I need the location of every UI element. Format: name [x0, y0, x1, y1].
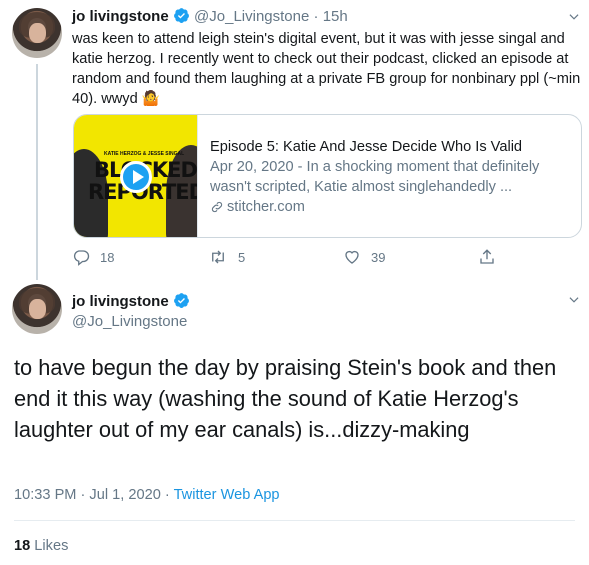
- like-icon: [345, 250, 359, 264]
- tweet-author: jo livingstone: [72, 292, 190, 311]
- retweet-count: 5: [238, 249, 246, 265]
- likes-label: Likes: [34, 538, 69, 554]
- tweet-text: to have begun the day by praising Stein'…: [14, 355, 557, 442]
- tweet-timestamp[interactable]: 10:33 PM · Jul 1, 2020: [14, 487, 161, 503]
- share-button[interactable]: [478, 248, 496, 266]
- tweet-text: was keen to attend leigh stein's digital…: [72, 29, 582, 109]
- link-icon: [211, 201, 223, 213]
- card-description: Apr 20, 2020 - In a shocking moment that…: [210, 159, 540, 195]
- card-title[interactable]: Episode 5: Katie And Jesse Decide Who Is…: [210, 137, 570, 157]
- meta-separator: ·: [313, 8, 319, 25]
- like-button[interactable]: 39: [343, 248, 385, 266]
- tweet-header: jo livingstone @Jo_Livingstone · 15h: [72, 7, 348, 25]
- thumb-small-text: KATIE HERZOG & JESSE SINGAL: [104, 151, 185, 157]
- tweet-meta: 10:33 PM · Jul 1, 2020 · Twitter Web App: [14, 487, 280, 503]
- avatar[interactable]: [12, 8, 62, 58]
- thread-line: [36, 64, 38, 280]
- likes-summary[interactable]: 18 Likes: [14, 538, 68, 554]
- author-handle[interactable]: @Jo_Livingstone: [194, 8, 309, 25]
- verified-badge-icon: [173, 8, 189, 23]
- reply-icon: [73, 250, 90, 266]
- tweet-source[interactable]: Twitter Web App: [174, 487, 280, 503]
- author-name[interactable]: jo livingstone: [72, 8, 169, 25]
- play-icon[interactable]: [120, 161, 152, 193]
- retweet-button[interactable]: 5: [208, 248, 245, 266]
- tweet-time[interactable]: 15h: [323, 8, 348, 25]
- reply-button[interactable]: 18: [72, 248, 114, 266]
- author-name[interactable]: jo livingstone: [72, 293, 169, 310]
- shrug-emoji: 🤷: [141, 91, 160, 107]
- divider: [14, 520, 575, 521]
- chevron-down-icon[interactable]: [567, 10, 581, 24]
- meta-separator: ·: [160, 487, 174, 503]
- verified-badge-icon: [174, 293, 190, 308]
- chevron-down-icon[interactable]: [567, 293, 581, 307]
- author-handle[interactable]: @Jo_Livingstone: [72, 313, 187, 330]
- retweet-icon: [212, 250, 224, 264]
- card-domain[interactable]: stitcher.com: [210, 197, 570, 217]
- share-icon: [480, 249, 494, 264]
- link-card[interactable]: KATIE HERZOG & JESSE SINGAL BLOCKED& REP…: [73, 114, 582, 238]
- card-domain-text: stitcher.com: [227, 199, 305, 215]
- like-count: 39: [371, 249, 386, 265]
- likes-count: 18: [14, 538, 31, 554]
- podcast-thumbnail: KATIE HERZOG & JESSE SINGAL BLOCKED& REP…: [74, 115, 198, 237]
- reply-count: 18: [100, 249, 115, 265]
- avatar[interactable]: [12, 284, 62, 334]
- tweet-actions: 18 5 39: [72, 248, 502, 268]
